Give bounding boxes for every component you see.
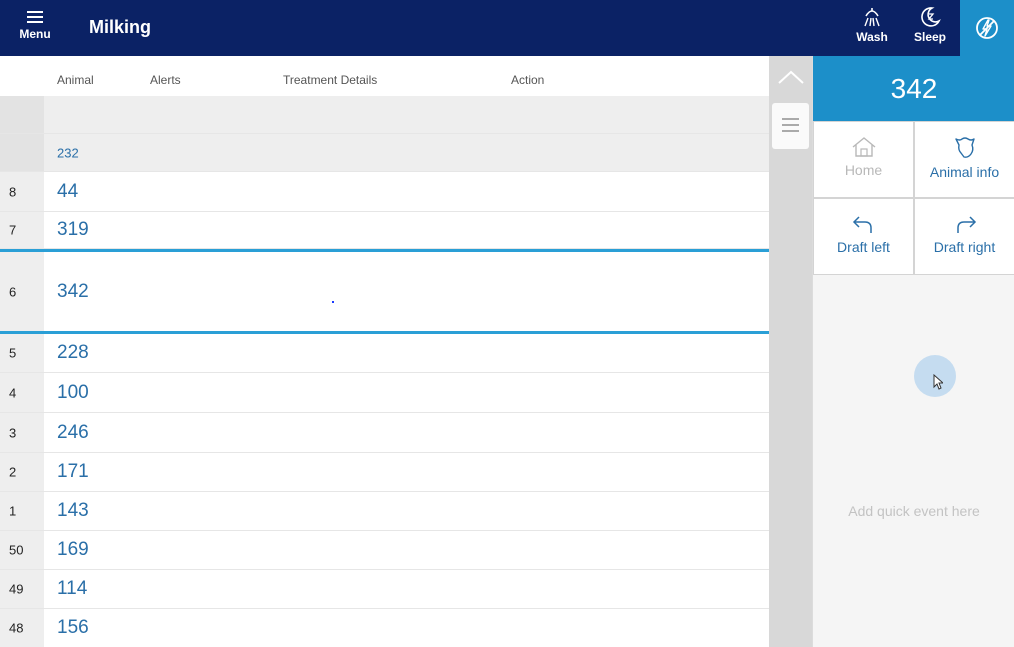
stall-number: 2	[0, 453, 44, 491]
stall-number: 6	[0, 252, 44, 331]
header-treatment: Treatment Details	[283, 73, 378, 87]
pointer-dot	[332, 301, 334, 303]
moon-icon	[921, 7, 941, 27]
stall-number: 4	[0, 373, 44, 412]
table-row[interactable]: 1 143	[0, 492, 769, 531]
menu-button[interactable]: Menu	[8, 6, 62, 50]
draft-left-button[interactable]: Draft left	[813, 198, 914, 275]
stall-table: Animal Alerts Treatment Details Action 2…	[0, 56, 769, 647]
animal-number: 44	[57, 180, 79, 202]
home-button[interactable]: Home	[813, 121, 914, 198]
hamburger-icon	[27, 11, 43, 23]
animal-number: 342	[57, 280, 89, 302]
chevron-up-icon	[778, 70, 804, 84]
stall-number: 8	[0, 172, 44, 211]
stall-number	[0, 134, 44, 171]
animal-number: 232	[57, 145, 79, 160]
animal-number: 246	[57, 421, 89, 443]
table-row[interactable]: 3 246	[0, 413, 769, 453]
sleep-button[interactable]: Sleep	[905, 4, 955, 52]
animal-info-label: Animal info	[929, 164, 1000, 180]
top-bar: Menu Milking Wash Sleep	[0, 0, 1014, 56]
animal-panel: 342 Home Animal info Draft left Draft ri…	[812, 56, 1014, 647]
power-button[interactable]	[960, 0, 1014, 56]
stall-number	[0, 96, 44, 133]
selected-animal-number: 342	[813, 56, 1014, 121]
stall-number: 1	[0, 492, 44, 530]
header-alerts: Alerts	[150, 73, 181, 87]
header-action: Action	[511, 73, 545, 87]
scroll-up-button[interactable]	[769, 56, 812, 100]
milking-screen: Menu Milking Wash Sleep Animal Alerts Tr…	[0, 0, 1014, 647]
animal-number: 169	[57, 539, 89, 560]
sleep-label: Sleep	[913, 30, 946, 44]
stall-number: 7	[0, 212, 44, 248]
stall-number: 50	[0, 531, 44, 569]
animal-info-button[interactable]: Animal info	[914, 121, 1014, 198]
stall-number: 48	[0, 609, 44, 647]
table-row[interactable]: 8 44	[0, 172, 769, 212]
stall-number: 5	[0, 334, 44, 372]
table-row[interactable]: 232	[0, 134, 769, 172]
table-row[interactable]: 48 156	[0, 609, 769, 647]
quick-event-area[interactable]: Add quick event here	[813, 503, 1014, 519]
wash-label: Wash	[856, 30, 888, 44]
scroll-handle[interactable]	[772, 103, 809, 149]
table-row[interactable]: 50 169	[0, 531, 769, 570]
draft-right-button[interactable]: Draft right	[914, 198, 1014, 275]
scrollbar[interactable]	[769, 56, 812, 647]
stall-number: 49	[0, 570, 44, 608]
home-icon	[852, 137, 875, 157]
cow-icon	[954, 137, 975, 158]
table-row[interactable]: 4 100	[0, 373, 769, 413]
animal-number: 114	[57, 578, 88, 599]
power-off-icon	[976, 17, 998, 39]
arrow-turn-left-icon	[852, 216, 872, 233]
animal-number: 143	[57, 500, 89, 521]
home-label: Home	[844, 162, 883, 178]
animal-number: 319	[57, 219, 89, 240]
table-row[interactable]: 49 114	[0, 570, 769, 609]
header-animal: Animal	[57, 73, 94, 87]
animal-number: 100	[57, 381, 89, 403]
table-row[interactable]	[0, 96, 769, 134]
draft-left-label: Draft left	[837, 239, 890, 255]
table-row[interactable]: 7 319	[0, 212, 769, 249]
animal-number: 228	[57, 342, 89, 363]
table-row[interactable]: 5 228	[0, 334, 769, 373]
arrow-turn-right-icon	[956, 216, 976, 233]
shower-icon	[864, 8, 880, 27]
stall-number: 3	[0, 413, 44, 452]
draft-right-label: Draft right	[933, 239, 996, 255]
menu-label: Menu	[19, 27, 51, 41]
page-title: Milking	[89, 17, 151, 37]
animal-number: 171	[57, 461, 89, 482]
table-header: Animal Alerts Treatment Details Action	[0, 56, 769, 96]
wash-button[interactable]: Wash	[847, 4, 897, 52]
current-animal-row[interactable]: 6 342	[0, 249, 769, 334]
mouse-cursor-icon	[933, 374, 943, 390]
animal-number: 156	[57, 617, 89, 638]
table-row[interactable]: 2 171	[0, 453, 769, 492]
